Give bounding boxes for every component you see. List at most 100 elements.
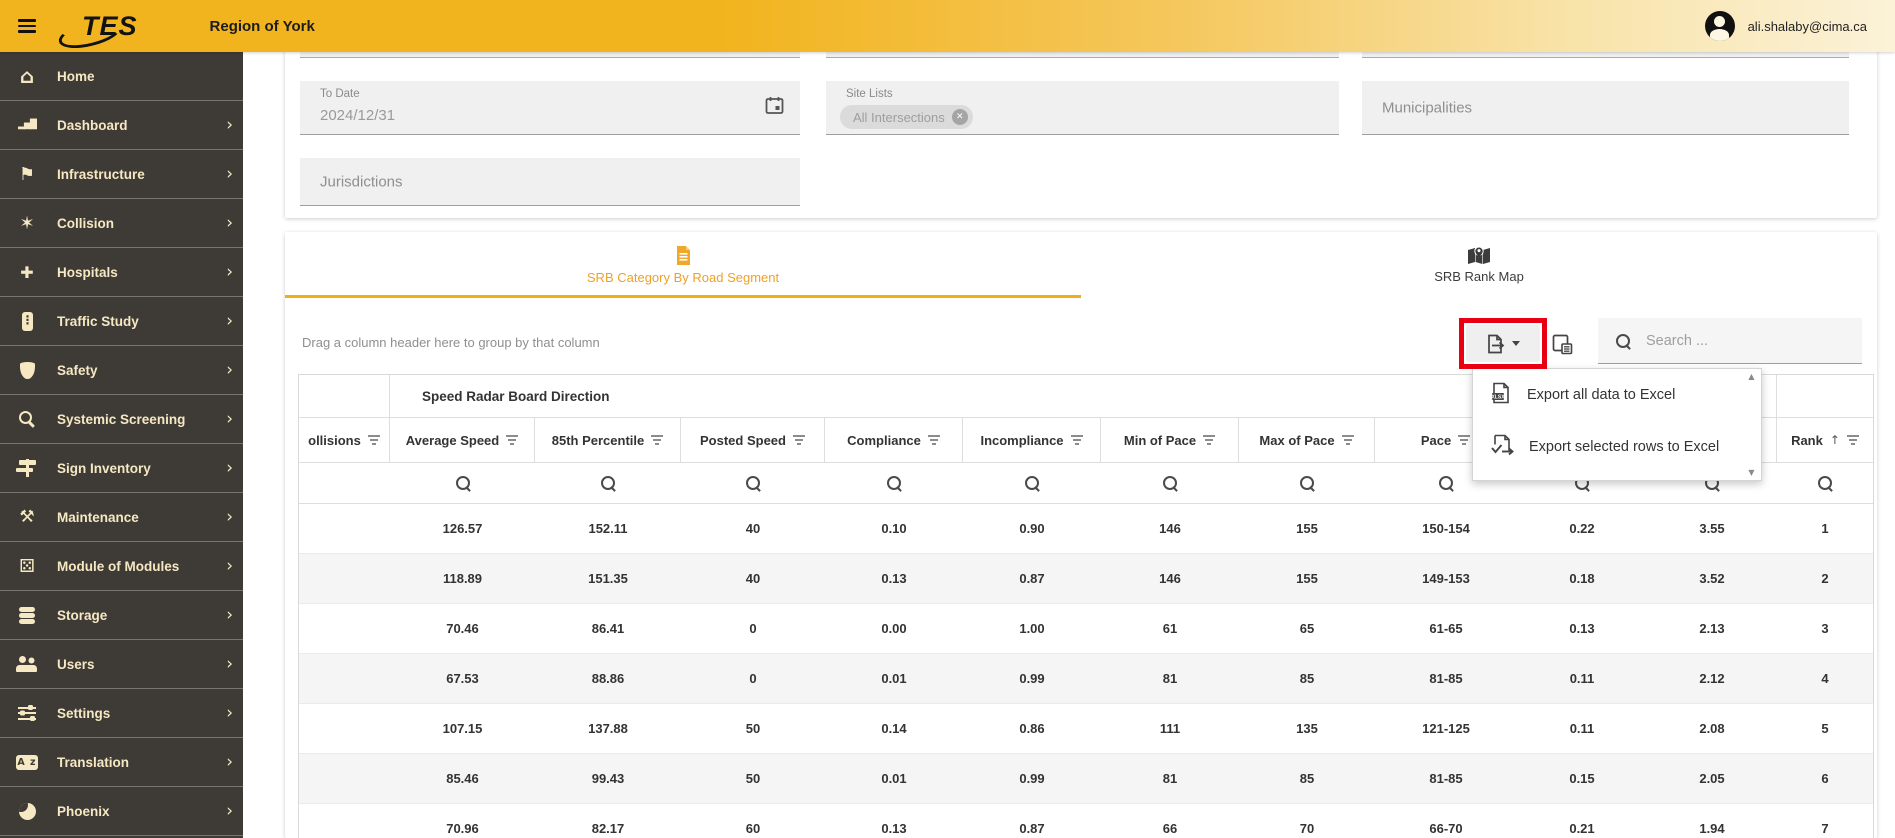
site-lists-field[interactable]: Site Lists All Intersections ✕ — [826, 81, 1339, 135]
table-cell: 0.86 — [1019, 721, 1045, 736]
column-header-rank[interactable]: Rank ↑ — [1777, 418, 1873, 462]
filter-cell[interactable] — [681, 463, 825, 503]
chevron-right-icon: › — [226, 212, 233, 233]
scroll-down-icon[interactable]: ▼ — [1748, 468, 1754, 477]
filter-cell[interactable] — [1101, 463, 1239, 503]
band-cell-empty-left — [299, 375, 390, 417]
header-filter-icon[interactable] — [927, 435, 940, 445]
sidebar-item-storage[interactable]: Storage › — [0, 591, 243, 640]
app-logo[interactable]: TES — [56, 12, 138, 53]
header-filter-icon[interactable] — [506, 435, 519, 445]
menu-item-export-selected-rows-to-excel[interactable]: Export selected rows to Excel — [1473, 421, 1761, 473]
chip-remove-icon[interactable]: ✕ — [951, 109, 968, 125]
jurisdictions-field[interactable]: Jurisdictions — [300, 158, 800, 206]
sidebar-item-label: Sign Inventory — [57, 460, 151, 476]
column-header-compliance[interactable]: Compliance — [825, 418, 963, 462]
header-filter-icon[interactable] — [1458, 435, 1471, 445]
export-button[interactable] — [1466, 325, 1540, 362]
sidebar-item-safety[interactable]: Safety › — [0, 346, 243, 395]
column-header-label: Incompliance — [980, 432, 1064, 448]
sidebar-item-label: Dashboard — [57, 117, 128, 133]
dropdown-scrollbar[interactable]: ▲ ▼ — [1745, 372, 1758, 477]
sidebar-item-infrastructure[interactable]: ⚑ Infrastructure › — [0, 150, 243, 199]
chevron-right-icon: › — [226, 555, 233, 576]
table-cell: 81 — [1162, 671, 1178, 686]
search-box[interactable] — [1598, 318, 1862, 364]
municipalities-placeholder: Municipalities — [1382, 99, 1473, 116]
infrastructure-icon: ⚑ — [18, 163, 36, 185]
header-filter-icon[interactable] — [367, 435, 380, 445]
column-header-min-of-pace[interactable]: Min of Pace — [1101, 418, 1239, 462]
filter-cell[interactable] — [535, 463, 681, 503]
sidebar-item-home[interactable]: ⌂ Home — [0, 52, 243, 101]
sidebar-item-systemic-screening[interactable]: Systemic Screening › — [0, 395, 243, 444]
sidebar-item-traffic-study[interactable]: ⋮ Traffic Study › — [0, 297, 243, 346]
table-cell — [299, 654, 390, 703]
table-row[interactable]: 118.89 151.35 40 0.13 0.87 146 155 149-153 0.18 3… — [299, 554, 1873, 604]
sidebar-item-translation[interactable]: A z Translation › — [0, 738, 243, 787]
sidebar-item-sign-inventory[interactable]: Sign Inventory › — [0, 444, 243, 493]
filter-cell[interactable] — [963, 463, 1101, 503]
filter-cell[interactable] — [825, 463, 963, 503]
chevron-right-icon: › — [226, 114, 233, 135]
tab-srb-rank-map[interactable]: SRB Rank Map — [1081, 232, 1877, 298]
sidebar-item-module-of-modules[interactable]: ⚄ Module of Modules › — [0, 542, 243, 591]
filter-cell[interactable] — [1239, 463, 1375, 503]
scroll-up-icon[interactable]: ▲ — [1748, 372, 1754, 381]
chevron-right-icon: › — [226, 604, 233, 625]
sidebar-item-label: Users — [57, 656, 95, 672]
municipalities-field[interactable]: Municipalities — [1362, 81, 1849, 135]
sidebar-item-phoenix[interactable]: Phoenix › — [0, 787, 243, 836]
menu-item-export-all-data-to-excel[interactable]: XLSX Export all data to Excel — [1473, 369, 1761, 421]
table-row[interactable]: 85.46 99.43 50 0.01 0.99 81 85 81-85 0.15 2.05 6 — [299, 754, 1873, 804]
header-filter-icon[interactable] — [651, 435, 664, 445]
header-filter-icon[interactable] — [1203, 435, 1216, 445]
sidebar-item-users[interactable]: Users › — [0, 640, 243, 689]
column-header-posted-speed[interactable]: Posted Speed — [681, 418, 825, 462]
calendar-icon[interactable] — [765, 96, 784, 120]
filter-cell[interactable] — [390, 463, 535, 503]
filter-search-icon — [1300, 476, 1314, 490]
table-row[interactable]: 70.96 82.17 60 0.13 0.87 66 70 66-70 0.21 1.94 7 — [299, 804, 1873, 838]
tab-srb-category-by-road-segment[interactable]: SRB Category By Road Segment — [285, 232, 1081, 298]
table-row[interactable]: 107.15 137.88 50 0.14 0.86 111 135 121-125 0.11 2… — [299, 704, 1873, 754]
filter-cell[interactable] — [299, 463, 390, 503]
table-row[interactable]: 67.53 88.86 0 0.01 0.99 81 85 81-85 0.11 2.12 4 — [299, 654, 1873, 704]
table-row[interactable]: 126.57 152.11 40 0.10 0.90 146 155 150-154 0.22 3… — [299, 504, 1873, 554]
results-panel: SRB Category By Road Segment SRB Rank Ma… — [285, 232, 1877, 838]
column-header-average-speed[interactable]: Average Speed — [390, 418, 535, 462]
filter-search-icon — [1439, 476, 1453, 490]
table-cell: 81-85 — [1429, 771, 1463, 786]
user-avatar-icon[interactable] — [1704, 11, 1735, 41]
column-chooser-button[interactable] — [1550, 332, 1574, 356]
search-input[interactable] — [1644, 331, 1828, 350]
header-filter-icon[interactable] — [1341, 435, 1354, 445]
sidebar-item-settings[interactable]: Settings › — [0, 689, 243, 738]
table-cell: 0.00 — [881, 621, 907, 636]
column-header-max-of-pace[interactable]: Max of Pace — [1239, 418, 1375, 462]
to-date-field[interactable]: To Date 2024/12/31 — [300, 81, 800, 135]
table-cell: 70.96 — [446, 821, 479, 836]
column-header-ollisions[interactable]: ollisions — [299, 418, 390, 462]
table-cell: 0.01 — [881, 771, 907, 786]
sidebar-item-collision[interactable]: ✶ Collision › — [0, 199, 243, 248]
dashboard-icon: ▂▅█ — [18, 120, 37, 130]
table-row[interactable]: 70.46 86.41 0 0.00 1.00 61 65 61-65 0.13 2.13 3 — [299, 604, 1873, 654]
maintenance-icon: ⚒ — [19, 507, 35, 527]
hamburger-menu-icon[interactable] — [18, 19, 36, 33]
table-cell: 2.05 — [1699, 771, 1725, 786]
column-header-incompliance[interactable]: Incompliance — [963, 418, 1101, 462]
sidebar-item-label: Settings — [57, 705, 111, 721]
sidebar-item-dashboard[interactable]: ▂▅█ Dashboard › — [0, 101, 243, 150]
header-filter-icon[interactable] — [1070, 435, 1083, 445]
sidebar-item-maintenance[interactable]: ⚒ Maintenance › — [0, 493, 243, 542]
sidebar-item-hospitals[interactable]: ✚ Hospitals › — [0, 248, 243, 297]
sidebar-item-label: Hospitals — [57, 264, 118, 280]
site-lists-chip[interactable]: All Intersections ✕ — [840, 105, 973, 129]
table-cell: 40 — [745, 571, 761, 586]
filter-cell[interactable] — [1777, 463, 1873, 503]
band-cell-empty-right — [1777, 375, 1873, 417]
header-filter-icon[interactable] — [792, 435, 805, 445]
header-filter-icon[interactable] — [1846, 435, 1859, 445]
column-header-85th-percentile[interactable]: 85th Percentile — [535, 418, 681, 462]
